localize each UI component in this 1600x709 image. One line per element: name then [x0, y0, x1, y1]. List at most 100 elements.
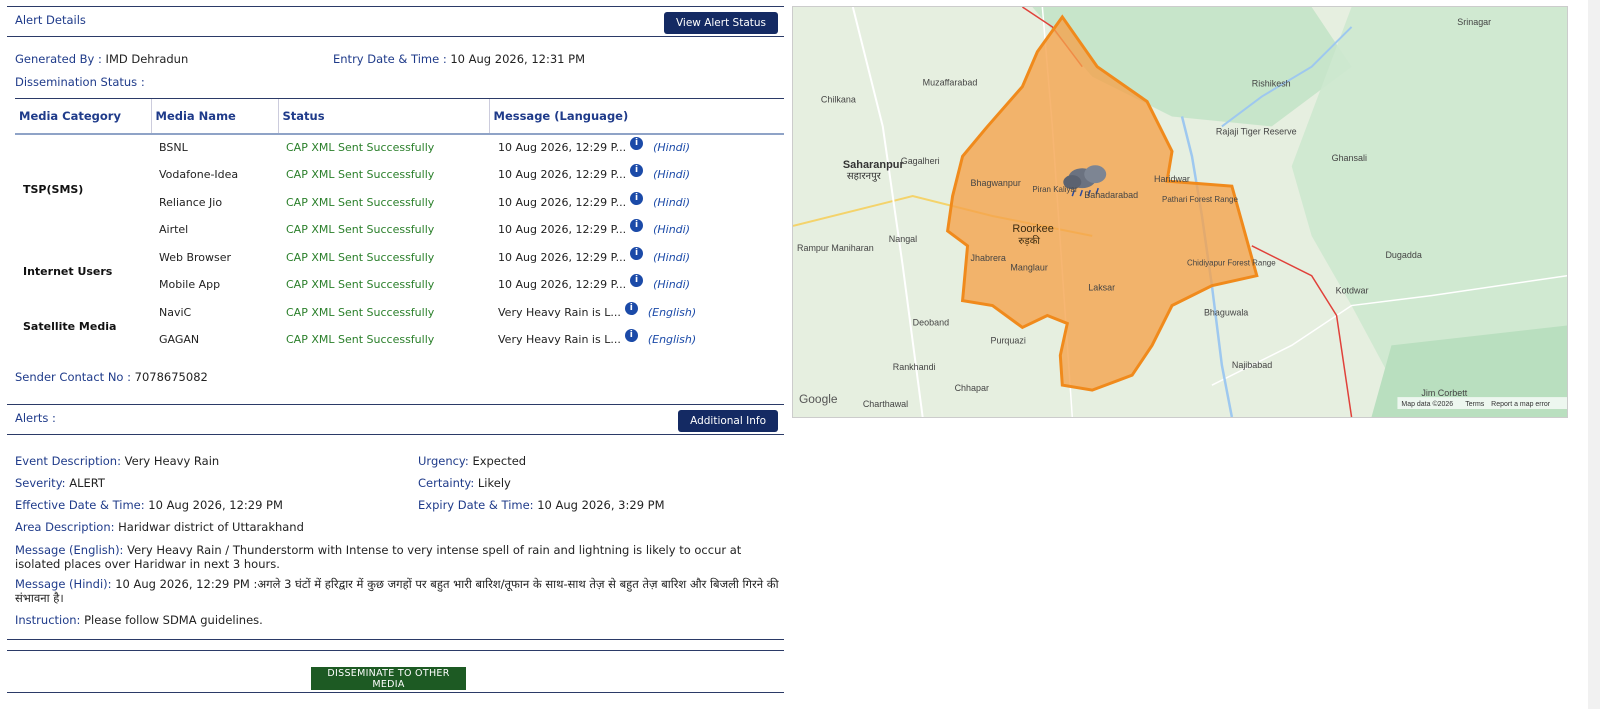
- severity: Severity: ALERT: [15, 476, 105, 490]
- map-label-jim-corbett: Jim Corbett: [1421, 388, 1467, 398]
- media-name: Mobile App: [159, 278, 221, 292]
- language-link[interactable]: (Hindi): [653, 223, 690, 236]
- left-panel: Alert Details View Alert Status Generate…: [7, 6, 784, 693]
- map-label-dugadda: Dugadda: [1385, 250, 1421, 260]
- disseminate-other-media-button[interactable]: DISSEMINATE TO OTHER MEDIA: [311, 667, 466, 690]
- map-label-ghansali: Ghansali: [1332, 153, 1367, 163]
- category-internet-users: Internet Users: [23, 264, 113, 278]
- message-cell: Very Heavy Rain is L... i (English): [489, 299, 784, 327]
- map-label-gagalheri: Gagalheri: [901, 156, 940, 166]
- report-map-error-link[interactable]: Report a map error: [1491, 401, 1551, 408]
- message-hindi-label: Message (Hindi):: [15, 577, 112, 591]
- message-text: 10 Aug 2026, 12:29 P...: [498, 278, 627, 292]
- map-label-pathari: Pathari Forest Range: [1162, 195, 1238, 204]
- generated-by-label: Generated By :: [15, 52, 102, 66]
- alert-area-map[interactable]: Saharanpur सहारनपुर Roorkee रुड़की Harid…: [792, 6, 1568, 418]
- message-text: Very Heavy Rain is L...: [498, 305, 621, 319]
- urgency-value: Expected: [472, 454, 527, 468]
- instruction-value: Please follow SDMA guidelines.: [84, 613, 263, 627]
- message-cell: 10 Aug 2026, 12:29 P... i (Hindi): [489, 161, 784, 189]
- message-text: 10 Aug 2026, 12:29 P...: [498, 195, 627, 209]
- map-label-najibabad: Najibabad: [1232, 360, 1272, 370]
- alert-details-title: Alert Details: [15, 13, 86, 27]
- severity-value: ALERT: [69, 476, 105, 490]
- generated-by-value: IMD Dehradun: [105, 52, 189, 66]
- alert-details-header: Alert Details View Alert Status: [7, 6, 784, 37]
- language-link[interactable]: (Hindi): [653, 278, 690, 291]
- map-label-saharanpur-hi: सहारनपुर: [847, 171, 882, 182]
- map-label-charthawal: Charthawal: [863, 399, 908, 409]
- map-canvas[interactable]: Saharanpur सहारनपुर Roorkee रुड़की Harid…: [793, 7, 1567, 417]
- language-link[interactable]: (English): [648, 306, 696, 319]
- message-hindi: Message (Hindi): 10 Aug 2026, 12:29 PM :…: [15, 577, 780, 605]
- language-link[interactable]: (Hindi): [653, 196, 690, 209]
- map-label-chidiyapur: Chidiyapur Forest Range: [1187, 259, 1276, 268]
- severity-label: Severity:: [15, 476, 66, 490]
- info-icon[interactable]: i: [630, 246, 644, 260]
- effective-label: Effective Date & Time:: [15, 498, 145, 512]
- message-hindi-value: 10 Aug 2026, 12:29 PM :अगले 3 घंटों में …: [15, 577, 779, 605]
- sender-contact: Sender Contact No : 7078675082: [15, 370, 208, 384]
- media-name: Web Browser: [159, 250, 232, 264]
- media-name: Reliance Jio: [159, 195, 223, 209]
- info-icon[interactable]: i: [630, 191, 644, 205]
- divider: [7, 692, 784, 693]
- entry-date-label: Entry Date & Time :: [333, 52, 447, 66]
- map-label-srinagar: Srinagar: [1457, 17, 1491, 27]
- info-icon[interactable]: i: [630, 274, 644, 288]
- map-label-saharanpur: Saharanpur: [843, 159, 905, 171]
- expiry-date: Expiry Date & Time: 10 Aug 2026, 3:29 PM: [418, 498, 665, 512]
- map-terms-link[interactable]: Terms: [1465, 401, 1485, 408]
- map-label-haridwar: Haridwar: [1154, 174, 1190, 184]
- urgency-label: Urgency:: [418, 454, 469, 468]
- info-icon[interactable]: i: [624, 329, 638, 343]
- certainty: Certainty: Likely: [418, 476, 511, 490]
- message-text: Very Heavy Rain is L...: [498, 333, 621, 347]
- event-value: Very Heavy Rain: [124, 454, 220, 468]
- info-icon[interactable]: i: [630, 219, 644, 233]
- status-text: CAP XML Sent Successfully: [286, 250, 435, 264]
- language-link[interactable]: (English): [648, 333, 696, 346]
- dissemination-status-label: Dissemination Status :: [15, 75, 145, 89]
- area-description: Area Description: Haridwar district of U…: [15, 520, 304, 534]
- page-scrollbar[interactable]: [1588, 0, 1600, 709]
- media-name: BSNL: [159, 141, 188, 155]
- certainty-value: Likely: [477, 476, 511, 490]
- map-label-rankhandi: Rankhandi: [893, 362, 936, 372]
- expiry-label: Expiry Date & Time:: [418, 498, 534, 512]
- media-name: GAGAN: [159, 333, 200, 347]
- category-tsp-sms: TSP(SMS): [23, 182, 84, 196]
- message-text: 10 Aug 2026, 12:29 P...: [498, 168, 627, 182]
- status-text: CAP XML Sent Successfully: [286, 278, 435, 292]
- entry-date: Entry Date & Time : 10 Aug 2026, 12:31 P…: [333, 52, 585, 66]
- message-english-value: Very Heavy Rain / Thunderstorm with Inte…: [15, 543, 742, 571]
- map-label-chhapar: Chhapar: [955, 383, 989, 393]
- alerts-title: Alerts :: [15, 411, 56, 425]
- media-name: Vodafone-Idea: [159, 168, 239, 182]
- table-row: Satellite Media NaviC CAP XML Sent Succe…: [15, 299, 784, 333]
- table-row: TSP(SMS) BSNL CAP XML Sent Successfully …: [15, 134, 784, 196]
- info-icon[interactable]: i: [630, 164, 644, 178]
- message-text: 10 Aug 2026, 12:29 P...: [498, 250, 627, 264]
- additional-info-button[interactable]: Additional Info: [678, 410, 778, 432]
- expiry-value: 10 Aug 2026, 3:29 PM: [537, 498, 665, 512]
- language-link[interactable]: (Hindi): [653, 141, 690, 154]
- info-icon[interactable]: i: [630, 137, 644, 151]
- status-text: CAP XML Sent Successfully: [286, 168, 435, 182]
- urgency: Urgency: Expected: [418, 454, 526, 468]
- status-text: CAP XML Sent Successfully: [286, 141, 435, 155]
- message-cell: 10 Aug 2026, 12:29 P... i (Hindi): [489, 216, 784, 244]
- map-label-muzaffarabad: Muzaffarabad: [923, 78, 978, 88]
- map-label-manglaur: Manglaur: [1010, 263, 1047, 273]
- language-link[interactable]: (Hindi): [653, 168, 690, 181]
- info-icon[interactable]: i: [624, 301, 638, 315]
- instruction-label: Instruction:: [15, 613, 81, 627]
- col-message-language: Message (Language): [488, 98, 784, 135]
- message-cell: 10 Aug 2026, 12:29 P... i (Hindi): [489, 189, 784, 217]
- map-label-jhabrera: Jhabrera: [971, 253, 1006, 263]
- view-alert-status-button[interactable]: View Alert Status: [663, 12, 778, 34]
- language-link[interactable]: (Hindi): [653, 251, 690, 264]
- col-status: Status: [277, 98, 489, 135]
- map-label-roorkee: Roorkee: [1012, 223, 1053, 235]
- message-english: Message (English): Very Heavy Rain / Thu…: [15, 543, 780, 571]
